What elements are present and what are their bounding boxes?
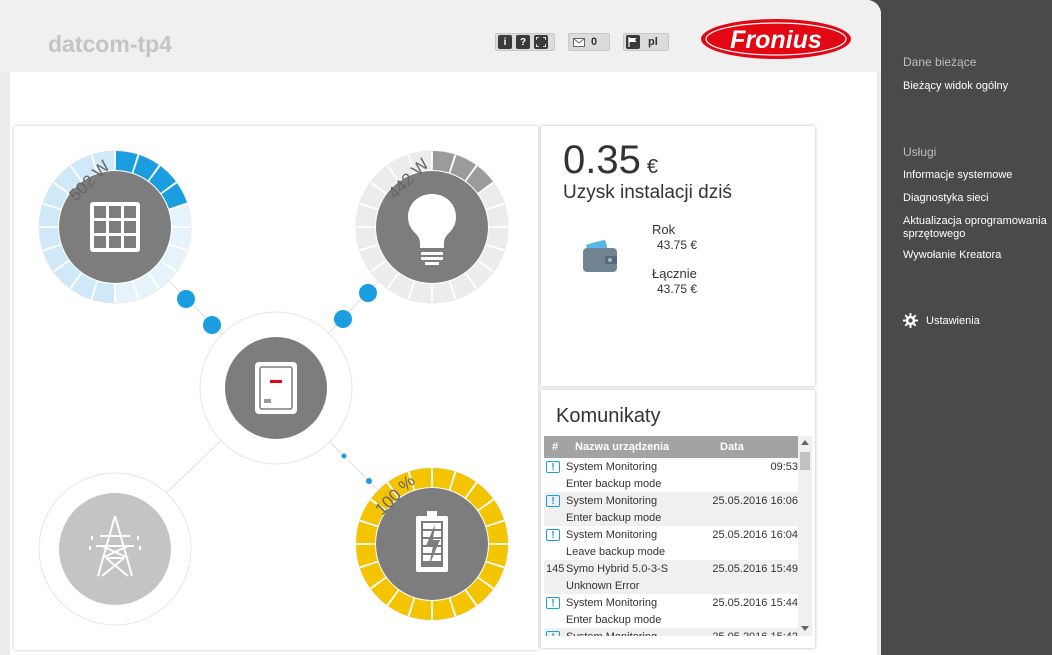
messages-panel: Komunikaty # Nazwa urządzenia Data ! Syst… (541, 390, 815, 648)
message-device: Symo Hybrid 5.0-3-S (566, 563, 669, 575)
year-value: 43.75 € (657, 238, 698, 252)
settings-label: Ustawienia (926, 314, 980, 327)
message-row[interactable]: ! System Monitoring 25.05.2016 15:42 (544, 628, 798, 636)
year-label: Rok (652, 222, 676, 237)
earnings-today-value: 0.35 € (563, 138, 658, 182)
messages-button[interactable]: 0 (568, 33, 610, 51)
total-value: 43.75 € (657, 282, 698, 296)
solar-panel-icon (90, 202, 140, 252)
inverter-node[interactable] (199, 311, 353, 465)
flag-icon (626, 35, 640, 49)
section-current-data: Dane bieżące (903, 55, 977, 69)
message-alert-icon: ! (546, 495, 560, 507)
message-alert-icon: ! (546, 597, 560, 609)
sidebar-item-firmware-update[interactable]: Aktualizacja oprogramowania sprzętowego (903, 215, 1051, 241)
fronius-logo: Fronius (701, 19, 851, 59)
message-date: 25.05.2016 15:42 (712, 631, 798, 636)
message-device: System Monitoring (566, 495, 658, 507)
messages-list[interactable]: ! System Monitoring 09:53 Enter backup mode… (544, 458, 798, 636)
mail-icon (573, 37, 585, 47)
info-icon[interactable]: i (498, 35, 512, 49)
header-tools: i ? (495, 33, 555, 51)
page-title: datcom-tp4 (48, 31, 172, 57)
battery-node[interactable]: 100 % (355, 467, 509, 621)
message-row[interactable]: ! System Monitoring 25.05.2016 16:04 Leave … (544, 526, 798, 560)
gear-icon (903, 313, 918, 328)
message-alert-icon: ! (546, 631, 560, 636)
message-date: 09:53 (770, 461, 798, 473)
section-services: Usługi (903, 145, 937, 159)
battery-icon (416, 511, 448, 572)
earnings-today-label: Uzysk instalacji dziś (563, 182, 732, 203)
load-node[interactable]: 442 W (355, 150, 509, 304)
fullscreen-icon[interactable] (534, 35, 548, 49)
message-row[interactable]: ! System Monitoring 09:53 Enter backup mode (544, 458, 798, 492)
message-text: Leave backup mode (566, 546, 666, 558)
message-text: Enter backup mode (566, 512, 662, 524)
message-row[interactable]: 145 Symo Hybrid 5.0-3-S 25.05.2016 15:49 Un… (544, 560, 798, 594)
messages-count: 0 (591, 36, 598, 48)
messages-scrollbar[interactable] (798, 436, 812, 636)
messages-title: Komunikaty (556, 405, 661, 427)
currency-symbol: € (646, 156, 658, 178)
help-icon[interactable]: ? (516, 35, 530, 49)
main-area: datcom-tp4 i ? 0 pl Fronius 502 W 442 W … (0, 0, 881, 655)
column-date[interactable]: Data (720, 441, 744, 453)
sidebar: Dane bieżące Bieżący widok ogólny Usługi… (881, 0, 1052, 655)
column-number[interactable]: # (552, 441, 558, 453)
sidebar-item-wizard[interactable]: Wywołanie Kreatora (903, 249, 1051, 262)
message-alert-icon: ! (546, 461, 560, 473)
message-row[interactable]: ! System Monitoring 25.05.2016 15:44 Enter … (544, 594, 798, 628)
message-alert-icon: ! (546, 529, 560, 541)
message-date: 25.05.2016 15:49 (712, 563, 798, 575)
message-row[interactable]: ! System Monitoring 25.05.2016 16:06 Enter … (544, 492, 798, 526)
message-device: System Monitoring (566, 461, 658, 473)
earnings-panel: 0.35 € Uzysk instalacji dziś Rok 43.75 € … (541, 126, 815, 386)
message-device: System Monitoring (566, 529, 658, 541)
message-device: System Monitoring (566, 597, 658, 609)
header: datcom-tp4 i ? 0 pl Fronius (0, 0, 881, 72)
language-button[interactable]: pl (623, 33, 669, 51)
sidebar-item-network-diagnostics[interactable]: Diagnostyka sieci (903, 192, 1051, 205)
message-text: Unknown Error (566, 580, 640, 592)
message-text: Enter backup mode (566, 614, 662, 626)
total-label: Łącznie (652, 266, 697, 281)
settings-link[interactable]: Ustawienia (903, 313, 980, 328)
message-device: System Monitoring (566, 631, 657, 636)
wallet-icon (583, 240, 617, 272)
language-label: pl (648, 36, 658, 48)
message-text: Enter backup mode (566, 478, 662, 490)
message-date: 25.05.2016 15:44 (712, 597, 798, 609)
message-number: 145 (546, 563, 565, 575)
message-date: 25.05.2016 16:04 (712, 529, 798, 541)
sidebar-item-system-info[interactable]: Informacje systemowe (903, 169, 1051, 182)
message-date: 25.05.2016 16:06 (712, 495, 798, 507)
inverter-icon (255, 362, 297, 414)
messages-table-header: # Nazwa urządzenia Data (544, 436, 798, 458)
power-flow-panel: 502 W 442 W 100 % (14, 126, 538, 650)
pv-node[interactable]: 502 W (38, 150, 192, 304)
grid-node[interactable] (38, 472, 192, 626)
column-device[interactable]: Nazwa urządzenia (575, 441, 669, 453)
sidebar-item-current-overview[interactable]: Bieżący widok ogólny (903, 80, 1051, 93)
svg-text:Fronius: Fronius (730, 26, 822, 54)
